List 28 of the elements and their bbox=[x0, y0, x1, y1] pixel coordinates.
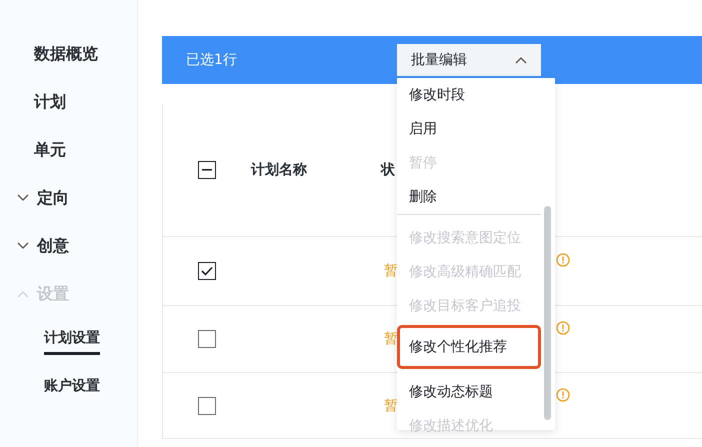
checkbox[interactable] bbox=[198, 396, 216, 414]
sidebar-item[interactable]: 创意 bbox=[0, 222, 137, 270]
checkbox[interactable] bbox=[198, 330, 216, 348]
scrollbar-thumb[interactable] bbox=[544, 206, 551, 420]
menu-item[interactable]: 修改动态标题 bbox=[397, 375, 541, 409]
chevron-up-icon bbox=[17, 290, 29, 298]
sidebar-item[interactable]: 数据概览 bbox=[0, 30, 137, 78]
selection-count: 已选1行 bbox=[186, 51, 238, 69]
menu-item[interactable]: 修改时段 bbox=[397, 78, 541, 112]
column-header: 计划名称 bbox=[251, 161, 307, 179]
sidebar-item[interactable]: 计划 bbox=[0, 78, 137, 126]
check-icon bbox=[201, 266, 213, 276]
sidebar-item[interactable]: 单元 bbox=[0, 126, 137, 174]
chevron-down-icon bbox=[17, 242, 29, 250]
column-header: 状 bbox=[381, 161, 395, 179]
status-text: 暂 bbox=[384, 330, 398, 348]
sidebar-item[interactable]: 定向 bbox=[0, 174, 137, 222]
batch-edit-dropdown[interactable]: 批量编辑 bbox=[397, 44, 541, 76]
status-text: 暂 bbox=[384, 262, 398, 280]
menu-item[interactable]: 删除 bbox=[397, 180, 541, 214]
checkbox[interactable] bbox=[198, 161, 216, 179]
chevron-up-icon bbox=[515, 56, 527, 64]
checkbox[interactable] bbox=[198, 262, 216, 280]
menu-item[interactable]: 修改个性化推荐 bbox=[397, 325, 541, 369]
chevron-down-icon bbox=[17, 194, 29, 202]
status-text: 暂 bbox=[384, 396, 398, 414]
menu-item[interactable]: 启用 bbox=[397, 112, 541, 146]
minus-icon bbox=[202, 169, 212, 171]
